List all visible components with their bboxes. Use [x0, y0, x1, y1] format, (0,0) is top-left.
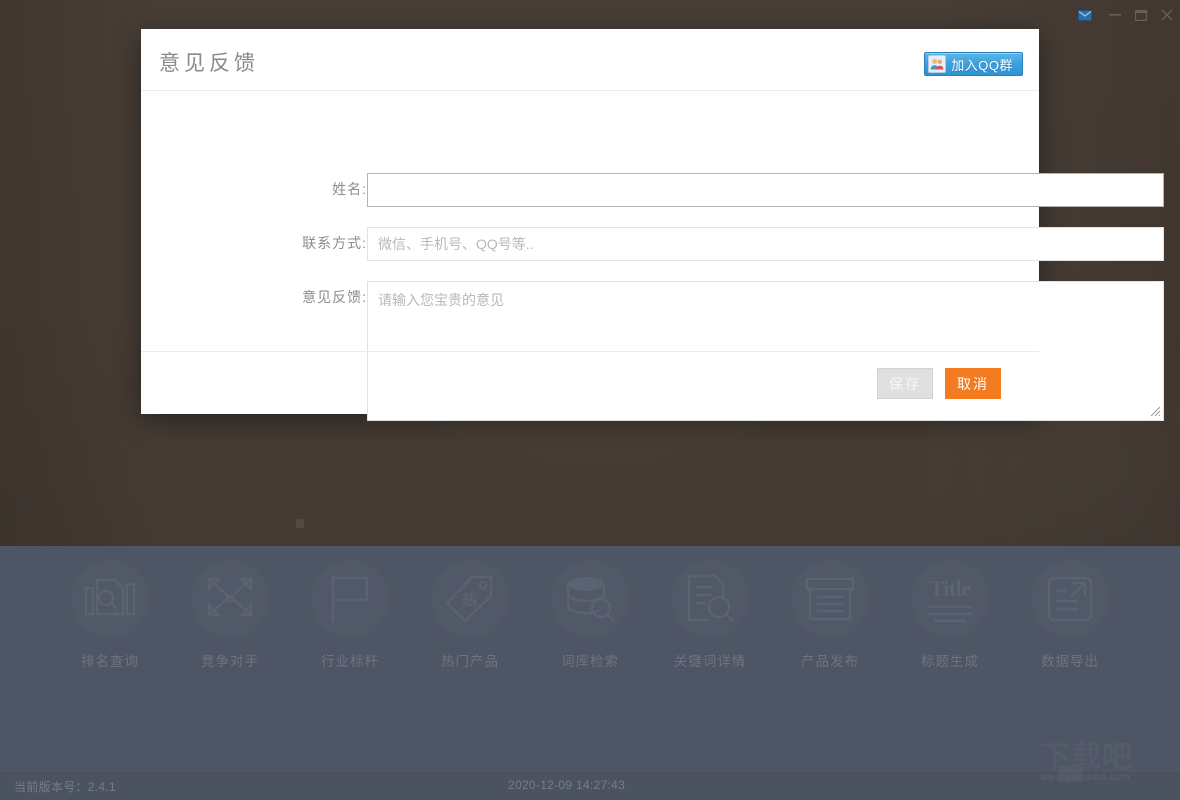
- dialog-footer: 保存 取消: [141, 351, 1039, 413]
- maximize-button[interactable]: [1131, 6, 1151, 24]
- qq-group-icon: [928, 55, 946, 73]
- dialog-title: 意见反馈: [159, 47, 259, 77]
- feature-label: 产品发布: [770, 650, 890, 670]
- contact-label: 联系方式:: [257, 233, 367, 253]
- application-window: 排名查询 竞争对手 行业标杆: [0, 0, 1180, 800]
- mail-icon-glyph: [1078, 10, 1092, 21]
- feature-product-publish[interactable]: 产品发布: [770, 560, 890, 670]
- feature-industry-benchmark[interactable]: 行业标杆: [290, 560, 410, 670]
- minimize-button[interactable]: [1105, 6, 1125, 24]
- feature-label: 标题生成: [890, 650, 1010, 670]
- feature-label: 词库检索: [530, 650, 650, 670]
- feature-title-generate[interactable]: Title 标题生成: [890, 560, 1010, 670]
- title-lines-icon: [928, 605, 972, 623]
- name-input[interactable]: [367, 173, 1164, 207]
- hot-tag-icon: 热: [431, 560, 509, 638]
- feature-competitor[interactable]: 竞争对手: [170, 560, 290, 670]
- qq-group-icon-glyph: [930, 58, 944, 70]
- cancel-button[interactable]: 取消: [945, 368, 1001, 399]
- flag-icon: [311, 560, 389, 638]
- feature-label: 排名查询: [50, 650, 170, 670]
- feature-label: 关键词详情: [650, 650, 770, 670]
- feature-keyword-detail[interactable]: 关键词详情: [650, 560, 770, 670]
- export-document-icon: [1031, 560, 1109, 638]
- contact-input[interactable]: [367, 227, 1164, 261]
- feature-rank-query[interactable]: 排名查询: [50, 560, 170, 670]
- database-search-icon: [551, 560, 629, 638]
- competitor-swords-icon: [191, 560, 269, 638]
- publish-box-icon: [791, 560, 869, 638]
- feedback-label: 意见反馈:: [257, 287, 367, 307]
- feature-label: 竞争对手: [170, 650, 290, 670]
- title-glyph: Title: [929, 576, 970, 602]
- svg-text:热: 热: [462, 591, 477, 609]
- feature-label: 数据导出: [1010, 650, 1130, 670]
- feature-label: 行业标杆: [290, 650, 410, 670]
- chart-document-search-icon: [71, 560, 149, 638]
- dialog-body: 姓名: 联系方式: 意见反馈:: [141, 91, 1039, 351]
- join-qq-group-button[interactable]: 加入QQ群: [924, 52, 1023, 76]
- version-label: 当前版本号：2.4.1: [14, 778, 116, 795]
- join-qq-group-label: 加入QQ群: [951, 55, 1013, 74]
- title-bar: [0, 0, 1180, 30]
- minimize-icon: [1109, 14, 1121, 16]
- feature-lexicon-search[interactable]: 词库检索: [530, 560, 650, 670]
- close-icon: [1161, 9, 1173, 21]
- document-search-icon: [671, 560, 749, 638]
- datetime-label: 2020-12-09 14:27:43: [508, 778, 625, 792]
- background-speck: [296, 519, 304, 528]
- feedback-dialog: 意见反馈 加入QQ群 姓名: 联系方式: 意见反馈:: [141, 29, 1039, 414]
- save-button[interactable]: 保存: [877, 368, 933, 399]
- feature-data-export[interactable]: 数据导出: [1010, 560, 1130, 670]
- maximize-icon: [1135, 10, 1147, 21]
- close-button[interactable]: [1157, 6, 1177, 24]
- feature-grid: 排名查询 竞争对手 行业标杆: [0, 560, 1180, 730]
- status-bar: 当前版本号：2.4.1 2020-12-09 14:27:43: [0, 770, 1180, 800]
- dialog-header: 意见反馈 加入QQ群: [141, 29, 1039, 91]
- feature-label: 热门产品: [410, 650, 530, 670]
- title-text-icon: Title: [911, 560, 989, 638]
- feature-hot-products[interactable]: 热 热门产品: [410, 560, 530, 670]
- name-label: 姓名:: [257, 179, 367, 199]
- mail-icon[interactable]: [1075, 6, 1095, 24]
